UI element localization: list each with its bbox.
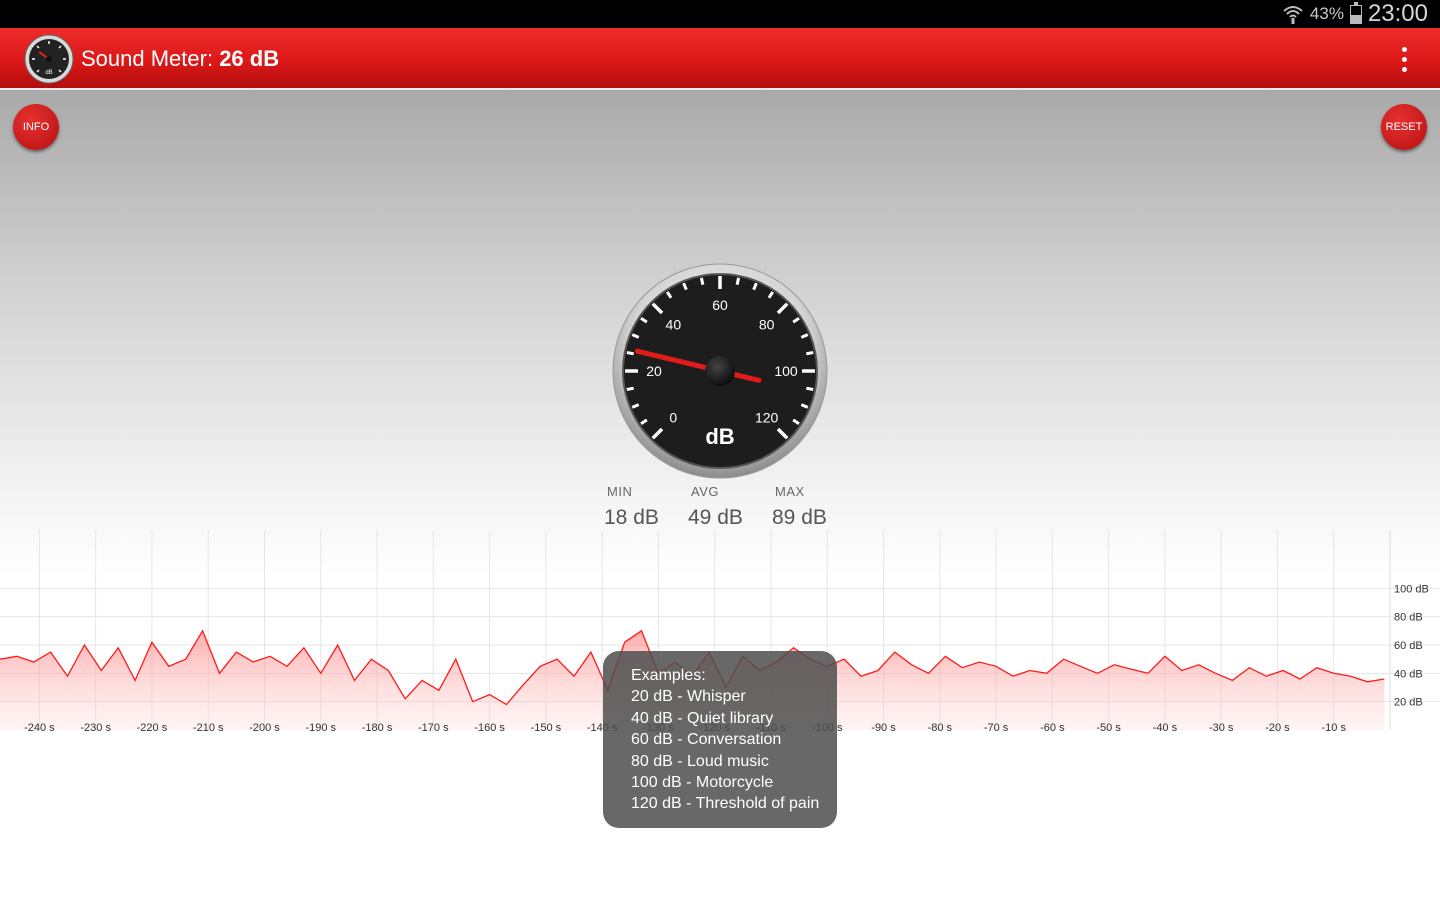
gauge-tick [806, 386, 814, 392]
page-title: Sound Meter: 26 dB [81, 28, 279, 88]
gauge-tick-label: 100 [774, 363, 798, 379]
status-indicators: 43% 23:00 [1282, 0, 1428, 28]
x-tick-label: -10 s [1321, 722, 1346, 734]
avg-label: AVG [691, 484, 719, 499]
tooltip-line: 120 dB - Threshold of pain [631, 795, 820, 813]
svg-text:dB: dB [45, 70, 52, 76]
x-tick-label: -190 s [305, 722, 336, 734]
tooltip-line: 40 dB - Quiet library [631, 709, 774, 727]
stats-panel: MIN 18 dB AVG 49 dB MAX 89 dB [604, 484, 856, 530]
battery-icon [1349, 1, 1362, 24]
min-label: MIN [607, 484, 633, 499]
gauge-tick [626, 386, 634, 392]
y-tick-label: 60 dB [1394, 640, 1423, 652]
stat-min: MIN 18 dB [604, 484, 688, 530]
db-gauge: 0 20 40 60 80 100 120 dB [612, 263, 828, 479]
info-button[interactable]: INFO [13, 104, 59, 150]
title-prefix: Sound Meter: [81, 46, 220, 71]
current-db-value: 26 dB [219, 46, 280, 71]
avg-value: 49 dB [688, 506, 743, 529]
tooltip-line: 60 dB - Conversation [631, 731, 782, 749]
x-tick-label: -20 s [1265, 722, 1290, 734]
examples-tooltip: Examples: 20 dB - Whisper 40 dB - Quiet li… [603, 651, 837, 828]
status-bar: 43% 23:00 [0, 0, 1440, 28]
gauge-tick-label: 0 [669, 410, 677, 426]
x-tick-label: -160 s [474, 722, 505, 734]
x-tick-label: -40 s [1153, 722, 1178, 734]
min-value: 18 dB [604, 506, 659, 529]
y-tick-label: 20 dB [1394, 697, 1423, 709]
tooltip-line: 20 dB - Whisper [631, 688, 746, 706]
gauge-tick-label: 20 [646, 363, 662, 379]
x-tick-label: -210 s [193, 722, 224, 734]
x-tick-label: -230 s [80, 722, 111, 734]
overflow-menu-icon[interactable] [1388, 42, 1420, 76]
battery-percent: 43% [1309, 4, 1344, 23]
chart-y-labels: 100 dB 80 dB 60 dB 40 dB 20 dB [1394, 583, 1429, 708]
x-tick-label: -180 s [362, 722, 393, 734]
x-tick-label: -70 s [984, 722, 1009, 734]
wifi-icon [1283, 6, 1303, 24]
reset-button[interactable]: RESET [1381, 104, 1427, 150]
x-tick-label: -30 s [1209, 722, 1234, 734]
x-tick-label: -240 s [24, 722, 55, 734]
x-tick-label: -90 s [871, 722, 896, 734]
gauge-hub [705, 356, 735, 386]
x-tick-label: -50 s [1096, 722, 1121, 734]
stat-max: MAX 89 dB [772, 484, 856, 530]
gauge-tick-label: 40 [666, 316, 682, 332]
tooltip-line: 80 dB - Loud music [631, 752, 769, 770]
app-bar: dB Sound Meter: 26 dB [0, 28, 1440, 90]
clock: 23:00 [1367, 0, 1428, 27]
gauge-tick-label: 60 [712, 297, 728, 313]
x-tick-label: -60 s [1040, 722, 1065, 734]
y-tick-label: 80 dB [1394, 612, 1423, 624]
gauge-tick [735, 277, 741, 285]
x-tick-label: -220 s [137, 722, 168, 734]
x-tick-label: -150 s [531, 722, 562, 734]
max-label: MAX [775, 484, 805, 499]
tooltip-line: 100 dB - Motorcycle [631, 774, 774, 792]
gauge-tick-label: 80 [759, 316, 775, 332]
x-tick-label: -200 s [249, 722, 280, 734]
max-value: 89 dB [772, 506, 827, 529]
gauge-tick [626, 350, 634, 356]
y-tick-label: 40 dB [1394, 668, 1423, 680]
y-tick-label: 100 dB [1394, 583, 1429, 595]
gauge-tick [806, 350, 814, 356]
x-tick-label: -170 s [418, 722, 449, 734]
x-tick-label: -80 s [928, 722, 953, 734]
gauge-tick [699, 277, 705, 285]
stat-avg: AVG 49 dB [688, 484, 772, 530]
gauge-unit: dB [705, 424, 734, 449]
gauge-tick-label: 120 [755, 410, 779, 426]
gauge-icon: dB [24, 34, 74, 84]
tooltip-line: Examples: [631, 667, 706, 684]
